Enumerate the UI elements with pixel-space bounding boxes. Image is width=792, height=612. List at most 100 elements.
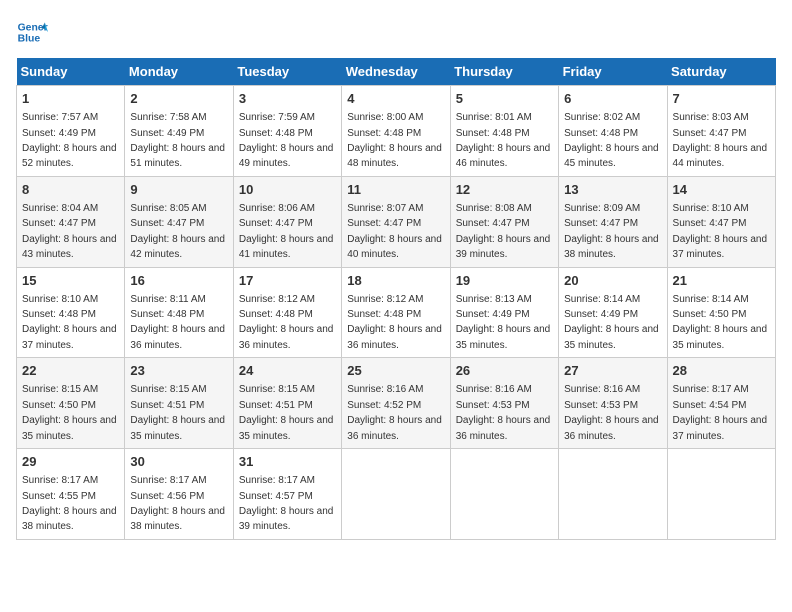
day-sunrise: Sunrise: 8:08 AM — [456, 203, 532, 214]
svg-text:Blue: Blue — [18, 34, 41, 45]
day-daylight: Daylight: 8 hours and 36 minutes. — [564, 415, 659, 441]
day-number: 4 — [347, 90, 444, 108]
calendar-cell: 15 Sunrise: 8:10 AM Sunset: 4:48 PM Dayl… — [17, 267, 125, 358]
day-daylight: Daylight: 8 hours and 35 minutes. — [673, 324, 768, 350]
day-sunrise: Sunrise: 8:09 AM — [564, 203, 640, 214]
day-sunset: Sunset: 4:50 PM — [673, 309, 747, 320]
day-number: 31 — [239, 453, 336, 471]
day-sunset: Sunset: 4:47 PM — [564, 218, 638, 229]
calendar-cell: 27 Sunrise: 8:16 AM Sunset: 4:53 PM Dayl… — [559, 358, 667, 449]
day-sunrise: Sunrise: 8:17 AM — [130, 475, 206, 486]
day-daylight: Daylight: 8 hours and 39 minutes. — [239, 506, 334, 532]
calendar-cell: 26 Sunrise: 8:16 AM Sunset: 4:53 PM Dayl… — [450, 358, 558, 449]
day-number: 3 — [239, 90, 336, 108]
day-sunset: Sunset: 4:56 PM — [130, 491, 204, 502]
day-daylight: Daylight: 8 hours and 52 minutes. — [22, 143, 117, 169]
day-number: 5 — [456, 90, 553, 108]
logo: General Blue — [16, 16, 48, 48]
day-sunrise: Sunrise: 8:13 AM — [456, 294, 532, 305]
day-daylight: Daylight: 8 hours and 44 minutes. — [673, 143, 768, 169]
day-sunrise: Sunrise: 8:11 AM — [130, 294, 205, 305]
day-sunset: Sunset: 4:53 PM — [456, 400, 530, 411]
calendar-cell: 1 Sunrise: 7:57 AM Sunset: 4:49 PM Dayli… — [17, 86, 125, 177]
day-daylight: Daylight: 8 hours and 35 minutes. — [130, 415, 225, 441]
day-daylight: Daylight: 8 hours and 38 minutes. — [22, 506, 117, 532]
day-number: 12 — [456, 181, 553, 199]
day-sunrise: Sunrise: 8:15 AM — [130, 384, 206, 395]
calendar-cell — [559, 449, 667, 540]
calendar-cell: 21 Sunrise: 8:14 AM Sunset: 4:50 PM Dayl… — [667, 267, 775, 358]
day-sunrise: Sunrise: 8:17 AM — [239, 475, 315, 486]
day-sunset: Sunset: 4:49 PM — [22, 128, 96, 139]
calendar-cell: 17 Sunrise: 8:12 AM Sunset: 4:48 PM Dayl… — [233, 267, 341, 358]
day-daylight: Daylight: 8 hours and 36 minutes. — [347, 324, 442, 350]
calendar-cell: 30 Sunrise: 8:17 AM Sunset: 4:56 PM Dayl… — [125, 449, 233, 540]
day-sunset: Sunset: 4:47 PM — [456, 218, 530, 229]
day-sunset: Sunset: 4:57 PM — [239, 491, 313, 502]
calendar-cell: 25 Sunrise: 8:16 AM Sunset: 4:52 PM Dayl… — [342, 358, 450, 449]
day-number: 15 — [22, 272, 119, 290]
day-number: 30 — [130, 453, 227, 471]
day-number: 17 — [239, 272, 336, 290]
day-number: 11 — [347, 181, 444, 199]
day-daylight: Daylight: 8 hours and 37 minutes. — [673, 234, 768, 260]
day-daylight: Daylight: 8 hours and 41 minutes. — [239, 234, 334, 260]
day-sunset: Sunset: 4:48 PM — [347, 309, 421, 320]
day-number: 23 — [130, 362, 227, 380]
day-sunrise: Sunrise: 8:01 AM — [456, 112, 532, 123]
day-sunset: Sunset: 4:53 PM — [564, 400, 638, 411]
day-sunrise: Sunrise: 8:14 AM — [673, 294, 749, 305]
day-number: 27 — [564, 362, 661, 380]
day-daylight: Daylight: 8 hours and 45 minutes. — [564, 143, 659, 169]
calendar-cell — [450, 449, 558, 540]
calendar-cell: 23 Sunrise: 8:15 AM Sunset: 4:51 PM Dayl… — [125, 358, 233, 449]
day-sunset: Sunset: 4:47 PM — [239, 218, 313, 229]
day-daylight: Daylight: 8 hours and 35 minutes. — [239, 415, 334, 441]
day-number: 10 — [239, 181, 336, 199]
weekday-header-thursday: Thursday — [450, 58, 558, 86]
calendar-cell — [667, 449, 775, 540]
calendar-cell: 2 Sunrise: 7:58 AM Sunset: 4:49 PM Dayli… — [125, 86, 233, 177]
day-daylight: Daylight: 8 hours and 48 minutes. — [347, 143, 442, 169]
day-number: 6 — [564, 90, 661, 108]
day-daylight: Daylight: 8 hours and 42 minutes. — [130, 234, 225, 260]
day-sunset: Sunset: 4:48 PM — [239, 309, 313, 320]
day-daylight: Daylight: 8 hours and 51 minutes. — [130, 143, 225, 169]
weekday-header-wednesday: Wednesday — [342, 58, 450, 86]
day-daylight: Daylight: 8 hours and 43 minutes. — [22, 234, 117, 260]
day-daylight: Daylight: 8 hours and 36 minutes. — [239, 324, 334, 350]
day-number: 1 — [22, 90, 119, 108]
calendar-cell: 22 Sunrise: 8:15 AM Sunset: 4:50 PM Dayl… — [17, 358, 125, 449]
day-sunrise: Sunrise: 8:07 AM — [347, 203, 423, 214]
calendar-cell: 29 Sunrise: 8:17 AM Sunset: 4:55 PM Dayl… — [17, 449, 125, 540]
calendar-cell: 10 Sunrise: 8:06 AM Sunset: 4:47 PM Dayl… — [233, 176, 341, 267]
day-sunset: Sunset: 4:48 PM — [564, 128, 638, 139]
day-sunrise: Sunrise: 8:10 AM — [22, 294, 98, 305]
day-sunset: Sunset: 4:54 PM — [673, 400, 747, 411]
day-sunrise: Sunrise: 8:12 AM — [239, 294, 315, 305]
day-number: 13 — [564, 181, 661, 199]
header: General Blue — [16, 16, 776, 48]
calendar-cell: 16 Sunrise: 8:11 AM Sunset: 4:48 PM Dayl… — [125, 267, 233, 358]
weekday-header-sunday: Sunday — [17, 58, 125, 86]
day-sunrise: Sunrise: 7:59 AM — [239, 112, 315, 123]
day-sunrise: Sunrise: 7:58 AM — [130, 112, 206, 123]
day-sunset: Sunset: 4:49 PM — [130, 128, 204, 139]
day-sunrise: Sunrise: 8:05 AM — [130, 203, 206, 214]
day-sunset: Sunset: 4:48 PM — [456, 128, 530, 139]
day-sunrise: Sunrise: 8:17 AM — [22, 475, 98, 486]
day-sunset: Sunset: 4:49 PM — [564, 309, 638, 320]
day-daylight: Daylight: 8 hours and 37 minutes. — [22, 324, 117, 350]
day-daylight: Daylight: 8 hours and 49 minutes. — [239, 143, 334, 169]
day-number: 26 — [456, 362, 553, 380]
calendar-cell: 3 Sunrise: 7:59 AM Sunset: 4:48 PM Dayli… — [233, 86, 341, 177]
weekday-header-tuesday: Tuesday — [233, 58, 341, 86]
calendar-cell: 7 Sunrise: 8:03 AM Sunset: 4:47 PM Dayli… — [667, 86, 775, 177]
day-sunrise: Sunrise: 8:15 AM — [239, 384, 315, 395]
day-daylight: Daylight: 8 hours and 39 minutes. — [456, 234, 551, 260]
day-sunset: Sunset: 4:51 PM — [239, 400, 313, 411]
day-sunrise: Sunrise: 8:15 AM — [22, 384, 98, 395]
day-daylight: Daylight: 8 hours and 40 minutes. — [347, 234, 442, 260]
day-sunset: Sunset: 4:48 PM — [22, 309, 96, 320]
weekday-header-friday: Friday — [559, 58, 667, 86]
